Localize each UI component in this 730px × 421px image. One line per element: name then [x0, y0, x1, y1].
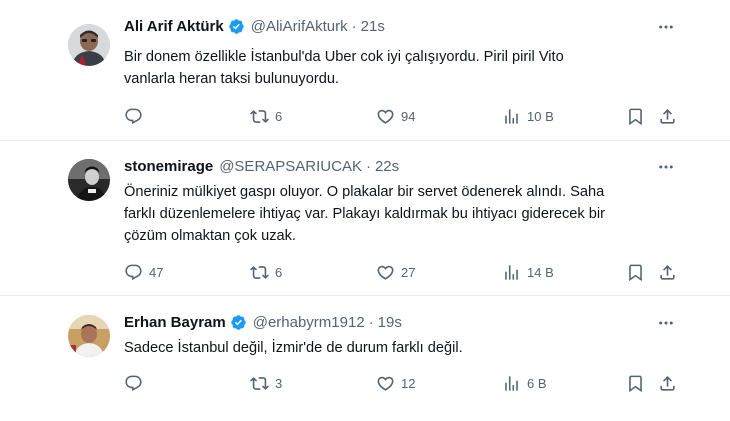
views-button[interactable]: 10 B — [502, 105, 554, 127]
retweet-button[interactable]: 3 — [250, 372, 282, 394]
tweet-text-line: Bir donem özellikle İstanbul'da Uber cok… — [124, 49, 564, 65]
tweet-text-line: farklı düzenlemelere ihtiyaç var. Plakay… — [124, 206, 605, 222]
tweet-header: stonemirage @SERAPSARIUCAK · 22s — [124, 156, 399, 176]
like-button[interactable]: 94 — [376, 105, 415, 127]
share-button[interactable] — [658, 261, 677, 283]
views-icon — [502, 374, 521, 393]
like-icon — [376, 107, 395, 126]
author-handle[interactable]: @erhabyrm1912 — [253, 314, 365, 331]
tweet-text: Öneriniz mülkiyet gaspı oluyor. O plakal… — [124, 181, 684, 247]
tweet-feed: Ali Arif Aktürk @AliArifAkturk · 21s Bir… — [0, 0, 730, 420]
reply-button[interactable] — [124, 372, 149, 394]
like-icon — [376, 374, 395, 393]
share-button[interactable] — [658, 372, 677, 394]
reply-button[interactable]: 47 — [124, 261, 163, 283]
tweet-header: Ali Arif Aktürk @AliArifAkturk · 21s — [124, 16, 385, 36]
timestamp[interactable]: 21s — [361, 18, 385, 35]
author-name[interactable]: Ali Arif Aktürk — [124, 18, 224, 35]
reply-count: 47 — [149, 264, 164, 280]
timestamp[interactable]: 19s — [378, 314, 402, 331]
bookmark-button[interactable] — [626, 261, 645, 283]
like-count: 12 — [401, 375, 416, 391]
tweet-text-line: çözüm olmaktan çok uzak. — [124, 228, 296, 244]
views-icon — [502, 107, 521, 126]
reply-button[interactable] — [124, 105, 149, 127]
separator-dot: · — [368, 313, 374, 331]
reply-icon — [124, 374, 143, 393]
share-icon — [658, 263, 677, 282]
bookmark-button[interactable] — [626, 372, 645, 394]
like-button[interactable]: 27 — [376, 261, 415, 283]
tweet-header: Erhan Bayram @erhabyrm1912 · 19s — [124, 312, 402, 332]
tweet-actions: 47 6 27 14 B — [0, 261, 730, 283]
tweet-actions: 3 12 6 B — [0, 372, 730, 394]
views-count: 14 B — [527, 264, 554, 280]
retweet-icon — [250, 263, 269, 282]
tweet-text-line: vanlarla heran taksi bulunuyordu. — [124, 71, 339, 87]
views-icon — [502, 263, 521, 282]
like-icon — [376, 263, 395, 282]
verified-badge-icon — [228, 18, 245, 35]
like-button[interactable]: 12 — [376, 372, 415, 394]
verified-badge-icon — [230, 314, 247, 331]
reply-icon — [124, 263, 143, 282]
views-button[interactable]: 14 B — [502, 261, 554, 283]
retweet-icon — [250, 374, 269, 393]
retweet-count: 3 — [275, 375, 283, 391]
author-handle[interactable]: @SERAPSARIUCAK — [219, 158, 362, 175]
tweet-text-line: Sadece İstanbul değil, İzmir'de de durum… — [124, 340, 463, 356]
tweet-actions: 6 94 10 B — [0, 105, 730, 127]
tweet-text: Bir donem özellikle İstanbul'da Uber cok… — [124, 46, 684, 90]
like-count: 27 — [401, 264, 416, 280]
tweet[interactable]: stonemirage @SERAPSARIUCAK · 22s Önerini… — [0, 140, 730, 296]
retweet-button[interactable]: 6 — [250, 105, 282, 127]
author-handle[interactable]: @AliArifAkturk — [251, 18, 348, 35]
author-name[interactable]: stonemirage — [124, 158, 213, 175]
bookmark-icon — [626, 374, 645, 393]
like-count: 94 — [401, 108, 416, 124]
separator-dot: · — [365, 157, 371, 175]
views-button[interactable]: 6 B — [502, 372, 547, 394]
reply-icon — [124, 107, 143, 126]
share-button[interactable] — [658, 105, 677, 127]
views-count: 10 B — [527, 108, 554, 124]
avatar[interactable] — [68, 315, 110, 357]
avatar[interactable] — [68, 159, 110, 201]
more-options-icon[interactable] — [656, 157, 676, 177]
tweet-text-line: Öneriniz mülkiyet gaspı oluyor. O plakal… — [124, 184, 605, 200]
bookmark-icon — [626, 107, 645, 126]
views-count: 6 B — [527, 375, 547, 391]
retweet-icon — [250, 107, 269, 126]
tweet[interactable]: Erhan Bayram @erhabyrm1912 · 19s Sadece … — [0, 295, 730, 421]
timestamp[interactable]: 22s — [375, 158, 399, 175]
bookmark-icon — [626, 263, 645, 282]
retweet-count: 6 — [275, 264, 283, 280]
author-name[interactable]: Erhan Bayram — [124, 314, 226, 331]
bookmark-button[interactable] — [626, 105, 645, 127]
retweet-button[interactable]: 6 — [250, 261, 282, 283]
more-options-icon[interactable] — [656, 313, 676, 333]
avatar[interactable] — [68, 24, 110, 66]
share-icon — [658, 374, 677, 393]
share-icon — [658, 107, 677, 126]
more-options-icon[interactable] — [656, 17, 676, 37]
tweet-text: Sadece İstanbul değil, İzmir'de de durum… — [124, 337, 684, 359]
tweet[interactable]: Ali Arif Aktürk @AliArifAkturk · 21s Bir… — [0, 0, 730, 140]
separator-dot: · — [351, 17, 357, 35]
retweet-count: 6 — [275, 108, 283, 124]
